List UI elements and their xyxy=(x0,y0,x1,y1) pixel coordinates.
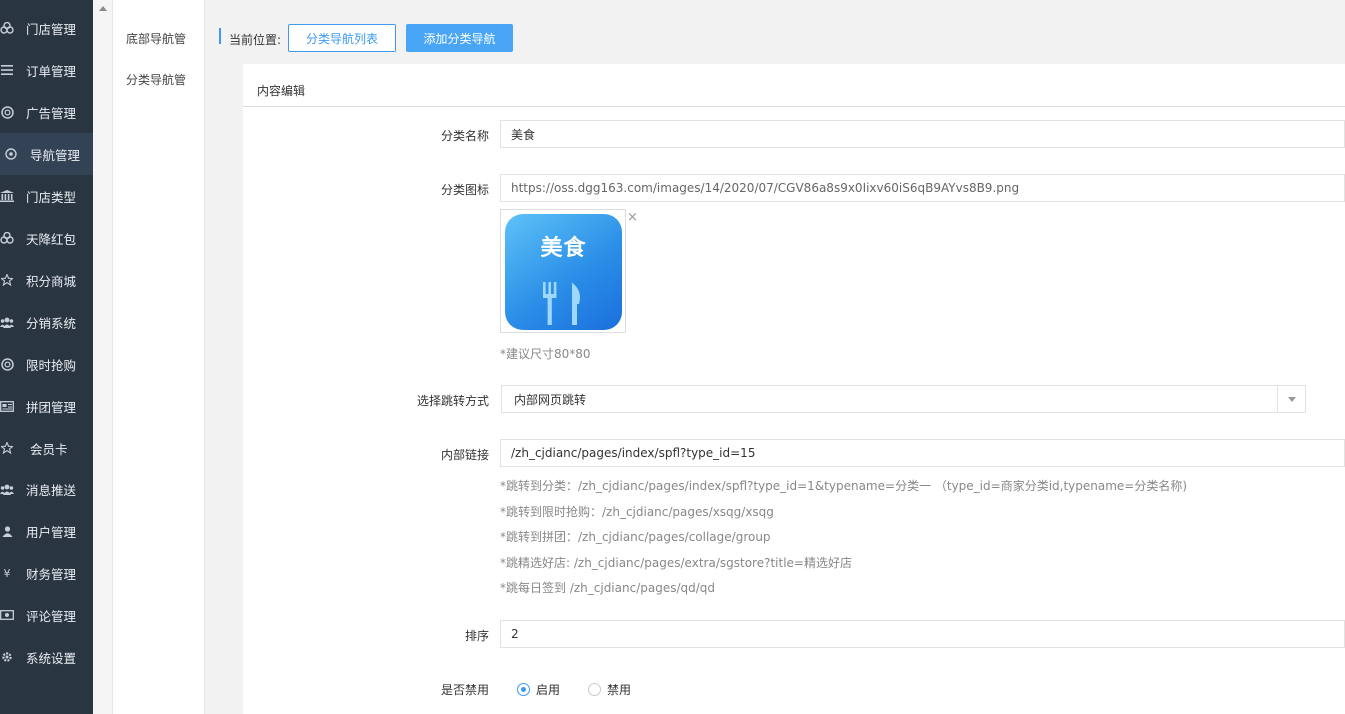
money-icon xyxy=(0,608,14,622)
name-label: 分类名称 xyxy=(440,129,489,143)
scrollbar[interactable] xyxy=(93,0,113,714)
disable-label: 是否禁用 xyxy=(440,683,489,697)
link-hint: *跳转到分类：/zh_cjdianc/pages/index/spfl?type… xyxy=(500,479,1188,493)
sidebar-item-group-buy[interactable]: 拼团管理 xyxy=(0,385,93,427)
remove-image-close-icon[interactable]: × xyxy=(627,210,638,225)
chevron-down-icon xyxy=(1288,397,1296,402)
subnav-item-bottom-nav[interactable]: 底部导航管 xyxy=(126,30,186,47)
name-input[interactable]: 美食 xyxy=(500,120,1345,148)
fork-knife-icon xyxy=(543,282,580,325)
sidebar-item-label: 评论管理 xyxy=(26,608,77,624)
select-toggle[interactable] xyxy=(1277,386,1305,412)
sidebar-item-label: 拼团管理 xyxy=(26,399,77,415)
icon-image-text: 美食 xyxy=(540,236,587,261)
sort-label: 排序 xyxy=(464,629,489,643)
category-nav-list-button[interactable]: 分类导航列表 xyxy=(288,24,396,52)
link-hint: *跳精选好店: /zh_cjdianc/pages/extra/sgstore?… xyxy=(500,556,852,570)
sidebar-item-finance[interactable]: ¥ 财务管理 xyxy=(0,552,93,594)
sidebar-item-label: 门店类型 xyxy=(26,189,77,205)
sidebar-item-user-management[interactable]: 用户管理 xyxy=(0,510,93,552)
link-hint: *跳转到拼团：/zh_cjdianc/pages/collage/group xyxy=(500,530,771,544)
subnav-item-category-nav[interactable]: 分类导航管 xyxy=(126,71,186,88)
gear-icon xyxy=(0,650,14,664)
lifebuoy-icon xyxy=(0,105,14,119)
food-icon-image: 美食 xyxy=(505,214,622,330)
scroll-up-icon[interactable] xyxy=(99,6,107,11)
sidebar-item-store-management[interactable]: 门店管理 xyxy=(0,7,93,49)
internal-link-input[interactable]: /zh_cjdianc/pages/index/spfl?type_id=15 xyxy=(500,439,1345,467)
jump-type-value: 内部网页跳转 xyxy=(514,392,587,407)
disable-option-label: 禁用 xyxy=(607,683,632,697)
add-category-nav-button[interactable]: 添加分类导航 xyxy=(406,24,513,52)
sidebar-item-points-mall[interactable]: 积分商城 xyxy=(0,259,93,301)
sidebar-item-order-management[interactable]: 订单管理 xyxy=(0,49,93,91)
panel-header: 内容编辑 xyxy=(243,64,1345,107)
yen-icon: ¥ xyxy=(3,566,11,580)
list-icon xyxy=(0,63,14,77)
main-content: 当前位置: 分类导航列表 添加分类导航 内容编辑 分类名称 美食 分类图标 ht… xyxy=(206,0,1345,714)
lifebuoy-icon xyxy=(0,357,14,371)
compass-icon xyxy=(4,147,18,161)
breadcrumb-marker xyxy=(219,28,221,44)
sidebar-item-red-packet[interactable]: 天降红包 xyxy=(0,217,93,259)
internal-link-label: 内部链接 xyxy=(440,448,489,462)
sidebar: 门店管理 订单管理 广告管理 导航管理 门店类型 天降红包 积分商城 分销系统 … xyxy=(0,0,93,714)
sidebar-item-label: 消息推送 xyxy=(26,482,77,498)
sidebar-item-label: 天降红包 xyxy=(26,231,77,247)
star-icon xyxy=(0,441,14,455)
panel-title: 内容编辑 xyxy=(257,84,306,98)
sidebar-item-comments[interactable]: 评论管理 xyxy=(0,594,93,636)
sidebar-item-label: 会员卡 xyxy=(30,441,68,457)
sidebar-item-flash-sale[interactable]: 限时抢购 xyxy=(0,343,93,385)
bank-icon xyxy=(0,189,14,203)
sidebar-item-store-type[interactable]: 门店类型 xyxy=(0,175,93,217)
sidebar-item-label: 用户管理 xyxy=(26,524,77,540)
sort-input[interactable]: 2 xyxy=(500,620,1345,648)
jump-type-select[interactable]: 内部网页跳转 xyxy=(501,385,1306,413)
sidebar-item-label: 积分商城 xyxy=(26,273,77,289)
icon-url-input[interactable]: https://oss.dgg163.com/images/14/2020/07… xyxy=(500,174,1345,202)
newspaper-icon xyxy=(0,399,14,413)
jump-type-label: 选择跳转方式 xyxy=(416,394,489,408)
disable-radio[interactable]: 禁用 xyxy=(588,681,631,698)
enable-radio[interactable]: 启用 xyxy=(517,681,560,698)
enable-option-label: 启用 xyxy=(536,683,561,697)
sidebar-item-label: 导航管理 xyxy=(30,147,81,163)
icon-size-hint: *建议尺寸80*80 xyxy=(500,347,591,361)
sidebar-item-label: 门店管理 xyxy=(26,21,77,37)
sidebar-item-member-card[interactable]: 会员卡 xyxy=(0,427,93,469)
sidebar-item-label: 系统设置 xyxy=(26,650,77,666)
breadcrumb-label: 当前位置: xyxy=(229,33,282,47)
sidebar-item-settings[interactable]: 系统设置 xyxy=(0,636,93,678)
icon-preview: 美食 xyxy=(500,209,626,333)
sidebar-item-label: 广告管理 xyxy=(26,105,77,121)
edit-panel: 内容编辑 分类名称 美食 分类图标 https://oss.dgg163.com… xyxy=(243,64,1345,714)
sidebar-item-label: 财务管理 xyxy=(26,566,77,582)
users-icon xyxy=(0,315,14,329)
users-icon xyxy=(0,482,14,496)
user-icon xyxy=(0,524,14,538)
sidebar-item-label: 分销系统 xyxy=(26,315,77,331)
sidebar-item-label: 订单管理 xyxy=(26,63,77,79)
cubes-icon xyxy=(0,231,14,245)
link-hint: *跳每日签到 /zh_cjdianc/pages/qd/qd xyxy=(500,581,716,595)
sidebar-item-label: 限时抢购 xyxy=(26,357,77,373)
sidebar-item-nav-management[interactable]: 导航管理 xyxy=(0,133,93,175)
sidebar-item-push[interactable]: 消息推送 xyxy=(0,468,93,510)
radio-unchecked-icon xyxy=(588,683,601,696)
subnav: 底部导航管 分类导航管 xyxy=(113,0,205,714)
sidebar-item-distribution[interactable]: 分销系统 xyxy=(0,301,93,343)
cubes-icon xyxy=(0,21,14,35)
radio-checked-icon xyxy=(517,683,530,696)
link-hint: *跳转到限时抢购：/zh_cjdianc/pages/xsqg/xsqg xyxy=(500,505,774,519)
icon-label: 分类图标 xyxy=(440,183,489,197)
star-icon xyxy=(0,273,14,287)
sidebar-item-ad-management[interactable]: 广告管理 xyxy=(0,91,93,133)
